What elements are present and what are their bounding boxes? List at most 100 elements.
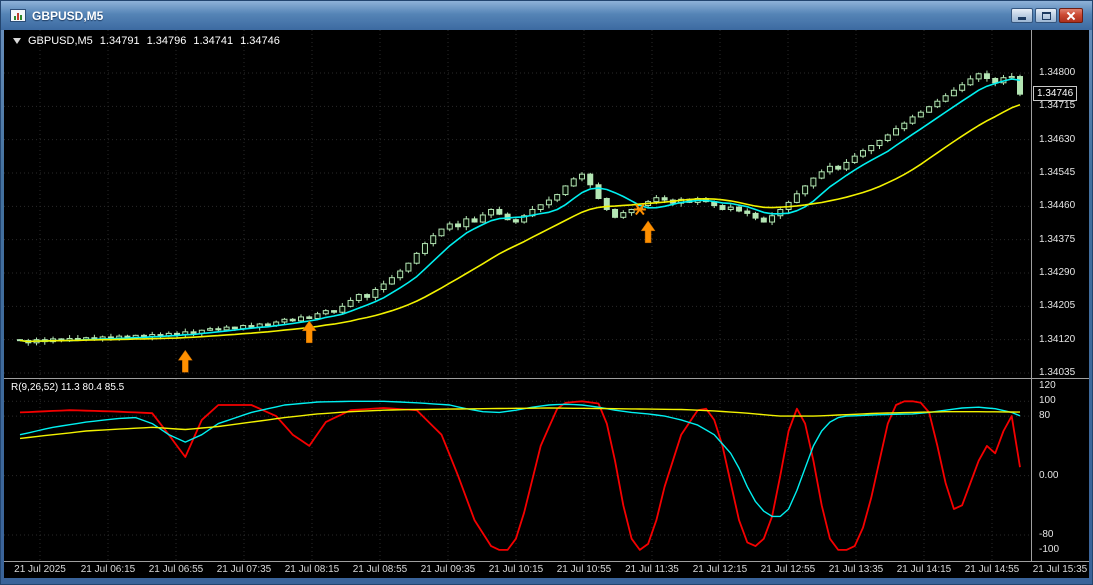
candle-body: [587, 173, 594, 186]
candle-body: [397, 270, 404, 279]
candle-body: [909, 116, 916, 124]
candle-body: [380, 283, 387, 290]
price-tick: 1.34120: [1039, 333, 1076, 345]
time-axis[interactable]: 21 Jul 2025 21 Jul 06:15 21 Jul 06:55 21 Ju…: [4, 562, 1089, 578]
candle-body: [884, 134, 891, 141]
candle-body: [959, 84, 966, 91]
candle-body: [942, 95, 949, 102]
candle-body: [917, 111, 924, 118]
buy-arrow[interactable]: [177, 349, 193, 373]
ohlc-header: GBPUSD,M5 1.34791 1.34796 1.34741 1.3474…: [13, 35, 280, 47]
close-button[interactable]: [1059, 8, 1083, 23]
header-open: 1.34791: [99, 35, 140, 47]
candle-body: [661, 197, 668, 201]
candle-body: [570, 178, 577, 187]
candle-body: [835, 165, 842, 170]
candle-body: [983, 73, 990, 79]
price-tick: 1.34630: [1039, 133, 1076, 145]
candle-body: [488, 208, 495, 216]
candle-body: [554, 194, 561, 201]
candle-body: [339, 305, 346, 313]
candle-body: [207, 328, 214, 331]
candle-body: [455, 223, 462, 228]
candle-body: [628, 208, 635, 214]
candle-body: [405, 262, 412, 272]
candle-body: [355, 294, 362, 301]
indicator-tick: 0.00: [1039, 469, 1059, 481]
header-low: 1.34741: [193, 35, 234, 47]
candle-body: [306, 316, 313, 319]
candle-body: [297, 316, 304, 322]
restore-button[interactable]: [1035, 8, 1057, 23]
time-label: 21 Jul 08:15: [284, 564, 340, 575]
candle-body: [926, 106, 933, 113]
price-tick: 1.34290: [1039, 267, 1076, 278]
indicator-tick: 100: [1039, 395, 1056, 407]
candle-body: [248, 325, 255, 328]
candle-body: [736, 206, 743, 212]
candle-body: [562, 185, 569, 196]
price-axis[interactable]: 1.34800 1.34715 1.34630 1.34545 1.34460 1.343…: [1032, 30, 1089, 561]
price-tick: 1.34800: [1039, 67, 1076, 78]
chart-client-area: 1.34800 1.34715 1.34630 1.34545 1.34460 1.343…: [4, 30, 1089, 578]
candle-body: [876, 139, 883, 147]
minimize-button[interactable]: [1011, 8, 1033, 23]
candle-body: [537, 204, 544, 210]
candle-body: [322, 310, 329, 315]
time-label: 21 Jul 06:15: [80, 564, 136, 575]
candle-body: [347, 299, 354, 307]
chart-window-icon: [10, 9, 26, 22]
candle-body: [769, 215, 776, 223]
candle-body: [430, 235, 437, 245]
candle-body: [752, 212, 759, 219]
candle-body: [975, 73, 982, 80]
window-titlebar[interactable]: GBPUSD,M5: [1, 1, 1092, 30]
candle-body: [364, 294, 371, 298]
time-label: 21 Jul 12:55: [760, 564, 816, 575]
candle-body: [950, 89, 957, 97]
rci-long-line: [19, 407, 1021, 440]
candle-body: [843, 161, 850, 170]
candle-body: [620, 212, 627, 218]
candle-body: [496, 208, 503, 215]
price-tick: 1.34545: [1039, 167, 1076, 178]
price-tick: 1.34460: [1039, 200, 1076, 212]
candle-body: [190, 331, 197, 334]
time-label: 21 Jul 15:35: [1032, 564, 1088, 575]
candle-body: [595, 184, 602, 199]
candle-body: [777, 208, 784, 217]
candle-body: [479, 214, 486, 223]
candle-body: [388, 277, 395, 285]
pane-separator[interactable]: [4, 378, 1089, 379]
window-title: GBPUSD,M5: [32, 8, 104, 23]
indicator-tick: 120: [1039, 380, 1056, 392]
time-label: 21 Jul 07:35: [216, 564, 272, 575]
candle-body: [413, 252, 420, 264]
indicator-pane[interactable]: [4, 379, 1031, 561]
time-label: 21 Jul 06:55: [148, 564, 204, 575]
close-icon: [1066, 11, 1076, 21]
candle-body: [826, 165, 833, 173]
candle-body: [223, 326, 230, 331]
candle-body: [281, 318, 288, 323]
candle-body: [1017, 76, 1023, 95]
candle-body: [545, 199, 552, 206]
candle-body: [934, 100, 941, 108]
current-price-tag: 1.34746: [1033, 86, 1078, 102]
candle-body: [578, 173, 585, 180]
candle-body: [314, 313, 321, 319]
triangle-down-icon: [13, 38, 21, 44]
price-pane[interactable]: [4, 30, 1031, 378]
candle-body: [215, 328, 222, 331]
price-tick: 1.34035: [1039, 367, 1076, 378]
candle-body: [967, 78, 974, 86]
candle-body: [818, 171, 825, 179]
time-label: 21 Jul 13:35: [828, 564, 884, 575]
candle-body: [421, 243, 428, 254]
time-label: 21 Jul 11:35: [625, 564, 679, 575]
minimize-icon: [1018, 17, 1026, 20]
candlestick-series: [17, 70, 1023, 346]
time-label: 21 Jul 2025: [14, 564, 66, 575]
candle-body: [802, 185, 809, 195]
indicator-tick: 80: [1039, 410, 1051, 422]
